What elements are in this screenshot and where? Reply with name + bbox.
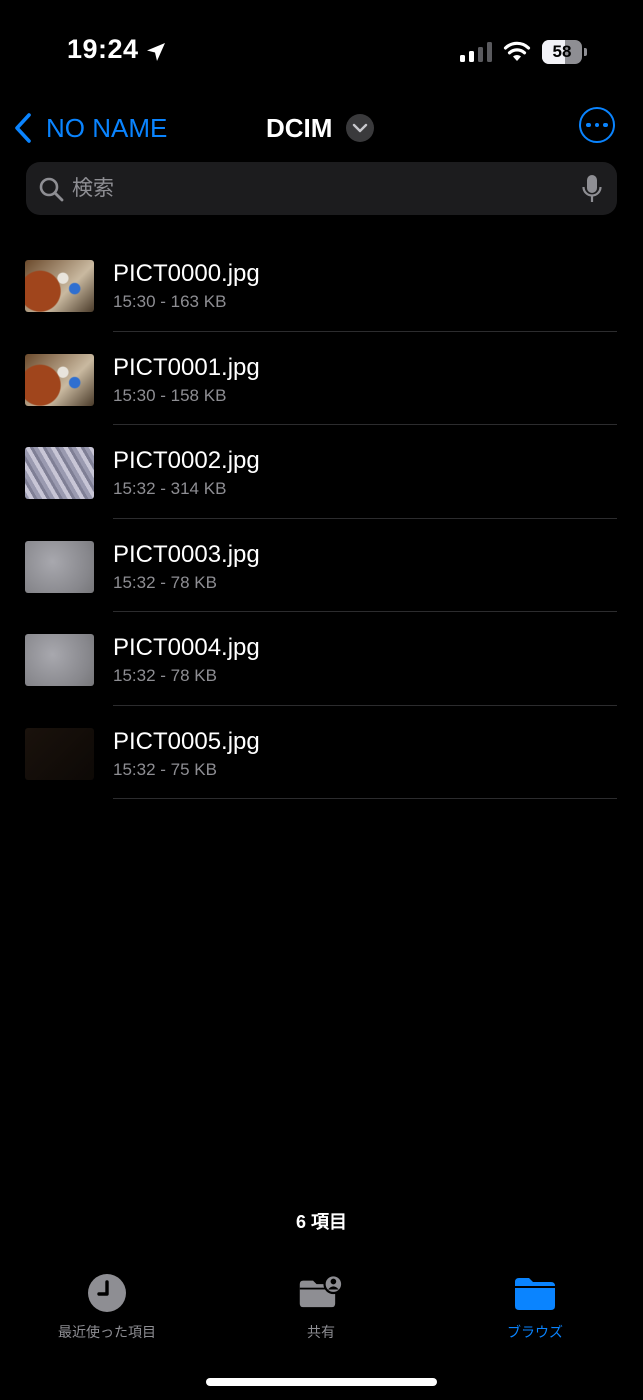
home-indicator[interactable] bbox=[206, 1378, 437, 1386]
tab-browse[interactable]: ブラウズ bbox=[435, 1270, 635, 1342]
battery-indicator: 58 bbox=[542, 40, 588, 64]
tab-bar: 最近使った項目 共有 ブラウズ bbox=[0, 1270, 643, 1360]
more-options-button[interactable] bbox=[579, 107, 615, 143]
file-name: PICT0000.jpg bbox=[113, 260, 260, 287]
file-thumbnail bbox=[25, 634, 94, 686]
file-row[interactable]: PICT0004.jpg 15:32 - 78 KB bbox=[0, 612, 643, 706]
battery-level: 58 bbox=[552, 42, 572, 61]
row-divider bbox=[113, 798, 617, 799]
file-name: PICT0004.jpg bbox=[113, 634, 260, 661]
file-thumbnail bbox=[25, 727, 94, 780]
ellipsis-dot bbox=[603, 122, 608, 128]
file-meta: 15:32 - 78 KB bbox=[113, 572, 217, 592]
item-count: 6 項目 bbox=[295, 1212, 347, 1232]
search-icon bbox=[39, 177, 64, 202]
file-thumbnail bbox=[25, 540, 94, 593]
file-name: PICT0001.jpg bbox=[113, 353, 260, 381]
file-row[interactable]: PICT0000.jpg 15:30 - 163 KB bbox=[0, 238, 643, 332]
chevron-down-icon bbox=[346, 114, 375, 142]
file-list: PICT0000.jpg 15:30 - 163 KB PICT0001.jpg… bbox=[0, 238, 643, 799]
file-meta: 15:32 - 314 KB bbox=[113, 479, 227, 498]
file-thumbnail bbox=[25, 353, 94, 406]
file-meta: 15:30 - 163 KB bbox=[113, 292, 227, 311]
file-row[interactable]: PICT0003.jpg 15:32 - 78 KB bbox=[0, 519, 643, 612]
ellipsis-icon bbox=[586, 122, 591, 128]
chevron-left-icon bbox=[15, 113, 31, 143]
folder-title-menu[interactable]: DCIM bbox=[266, 108, 375, 148]
location-arrow-icon bbox=[147, 43, 165, 61]
status-bar: 19:24 58 bbox=[0, 0, 643, 100]
shared-folder-icon bbox=[299, 1274, 344, 1308]
ellipsis-dot bbox=[594, 122, 600, 128]
navigation-bar: NO NAME DCIM bbox=[0, 100, 643, 156]
tab-shared[interactable]: 共有 bbox=[221, 1270, 421, 1342]
page-title: DCIM bbox=[266, 112, 333, 143]
folder-icon bbox=[515, 1278, 555, 1310]
file-meta: 15:32 - 75 KB bbox=[113, 759, 217, 779]
status-time: 19:24 bbox=[67, 34, 139, 64]
clock-icon bbox=[88, 1274, 126, 1312]
tab-recents[interactable]: 最近使った項目 bbox=[7, 1270, 207, 1342]
tab-label: 共有 bbox=[307, 1324, 335, 1340]
file-name: PICT0005.jpg bbox=[113, 727, 260, 755]
file-row[interactable]: PICT0002.jpg 15:32 - 314 KB bbox=[0, 425, 643, 519]
file-thumbnail bbox=[25, 260, 94, 312]
microphone-icon[interactable] bbox=[581, 174, 603, 204]
search-input[interactable] bbox=[72, 162, 562, 215]
file-name: PICT0003.jpg bbox=[113, 540, 260, 568]
file-meta: 15:32 - 78 KB bbox=[113, 666, 217, 685]
file-meta: 15:30 - 158 KB bbox=[113, 385, 227, 405]
tab-label: ブラウズ bbox=[507, 1324, 563, 1340]
back-label: NO NAME bbox=[46, 112, 168, 143]
wifi-icon bbox=[503, 41, 531, 61]
file-thumbnail bbox=[25, 447, 94, 499]
file-name: PICT0002.jpg bbox=[113, 447, 260, 474]
cellular-signal-icon bbox=[460, 42, 492, 62]
file-row[interactable]: PICT0005.jpg 15:32 - 75 KB bbox=[0, 706, 643, 799]
search-bar bbox=[26, 162, 617, 215]
back-button[interactable]: NO NAME bbox=[12, 108, 167, 148]
tab-label: 最近使った項目 bbox=[58, 1324, 156, 1340]
file-row[interactable]: PICT0001.jpg 15:30 - 158 KB bbox=[0, 332, 643, 425]
